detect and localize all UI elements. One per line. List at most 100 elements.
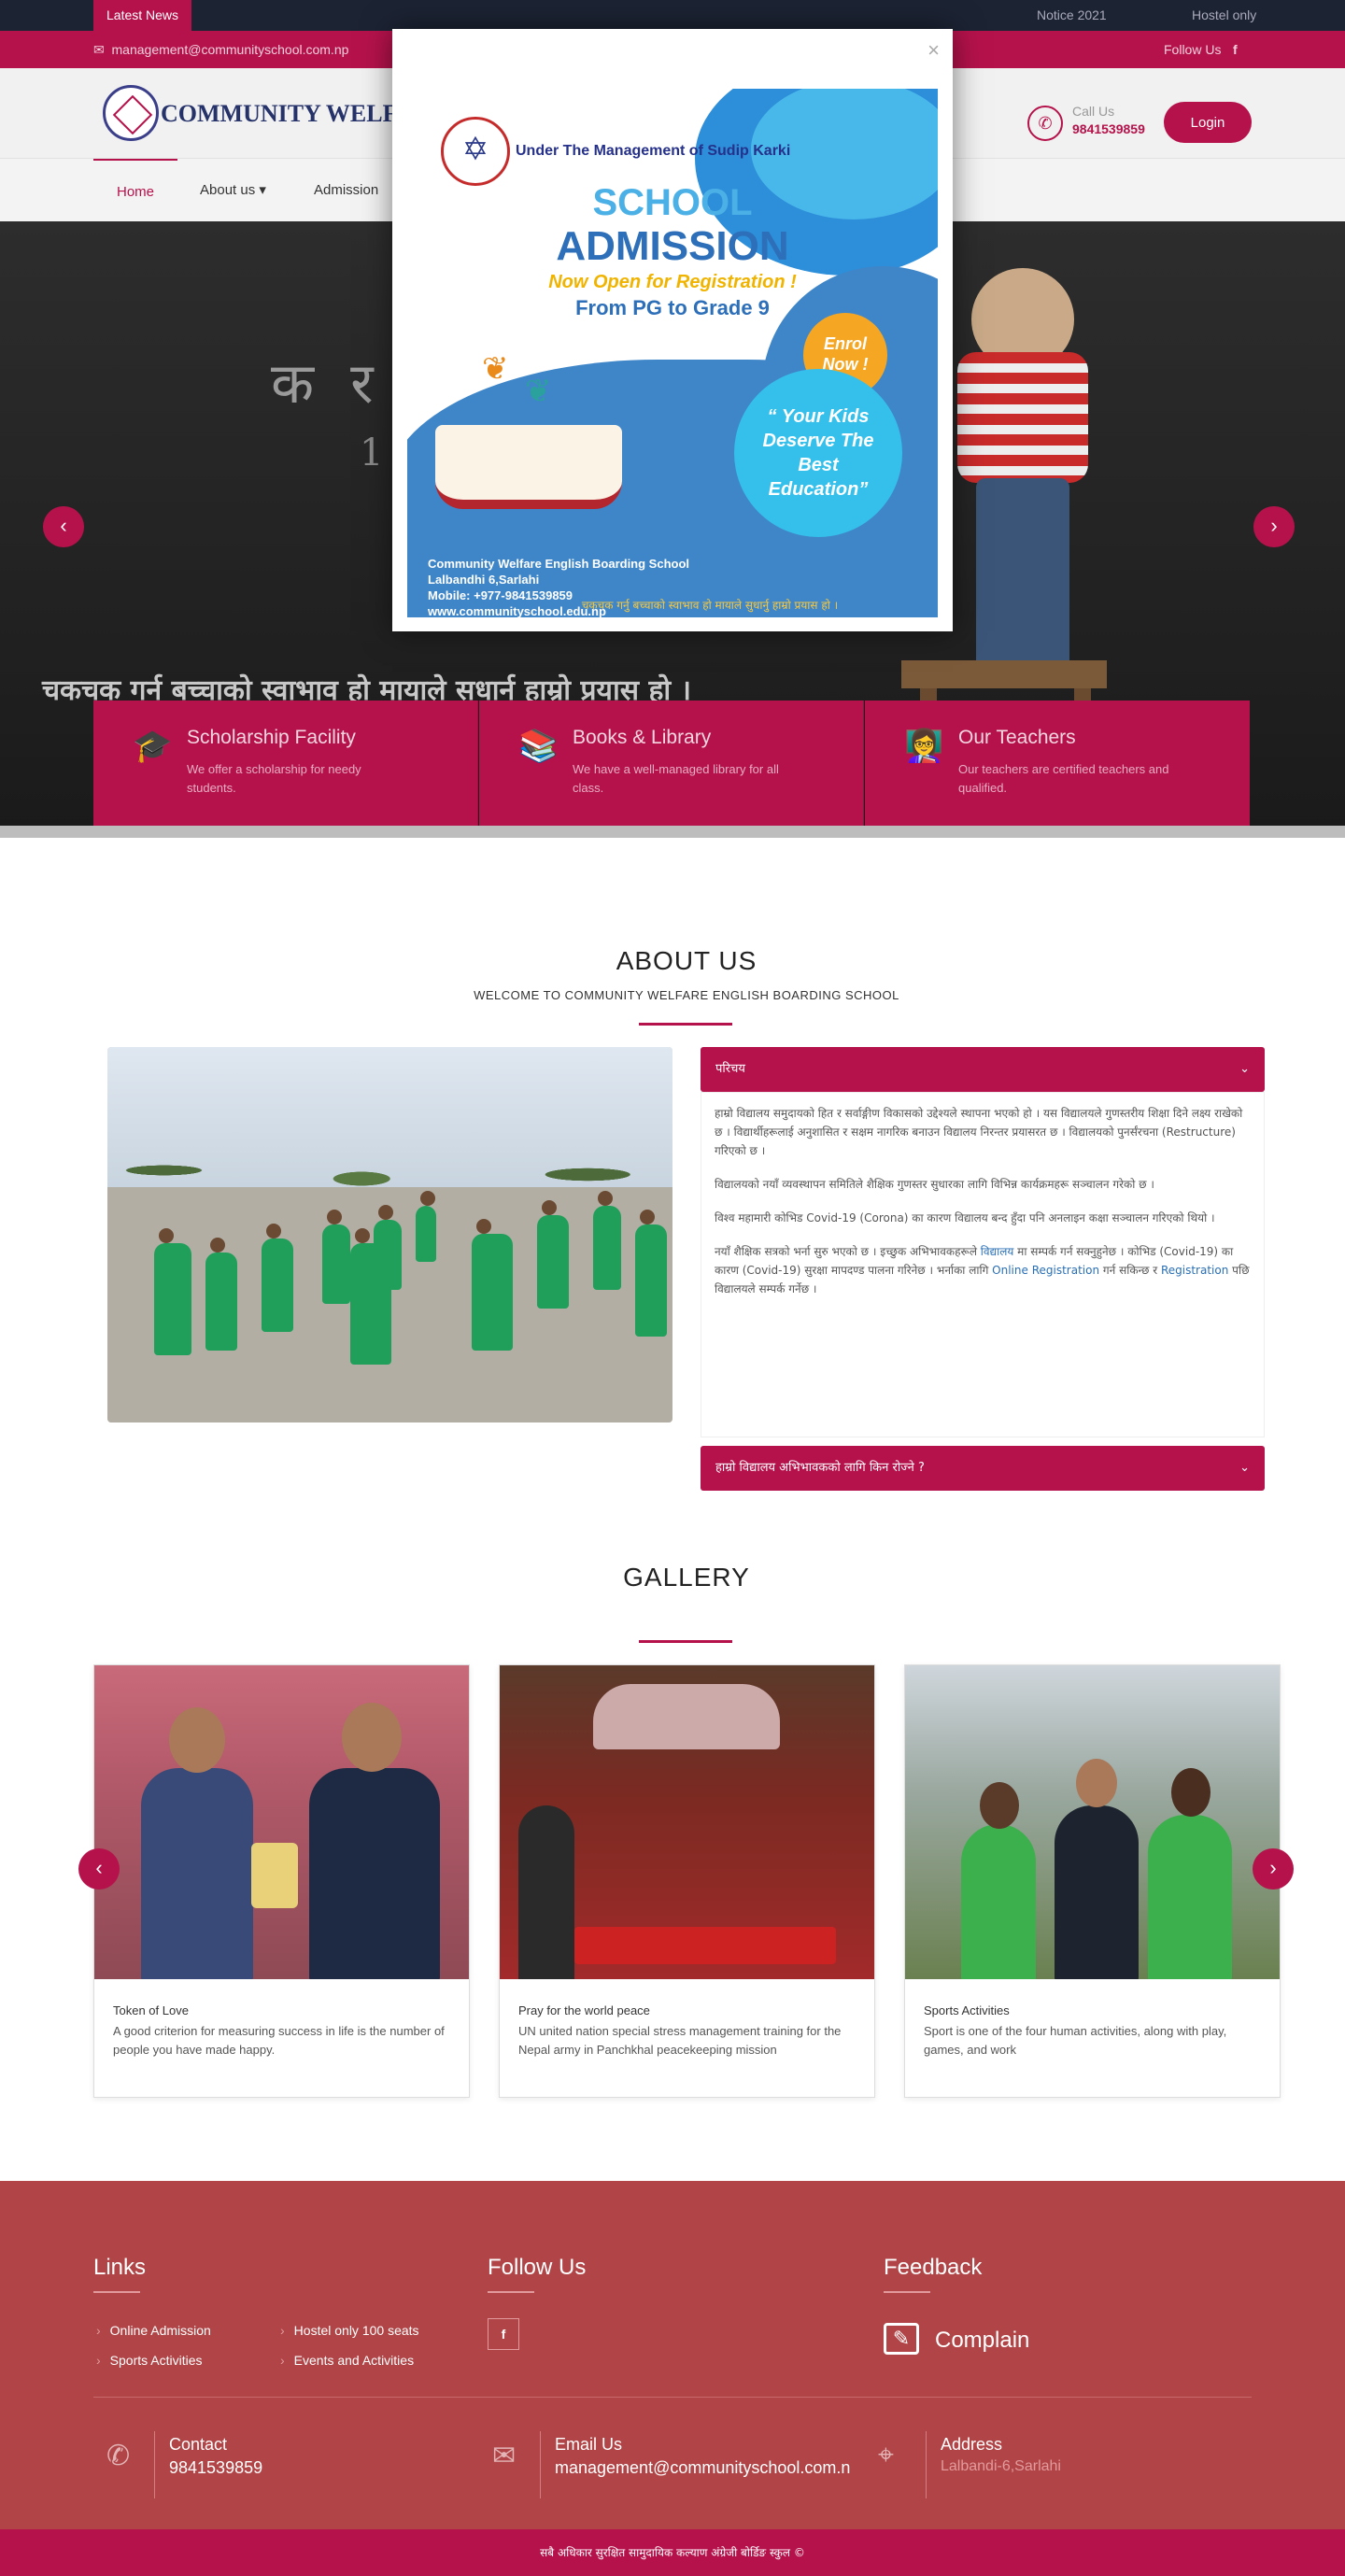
- news-item-hostel[interactable]: Hostel only: [1192, 0, 1256, 31]
- student-figure: [635, 1210, 667, 1337]
- edit-icon[interactable]: ✎: [884, 2323, 919, 2355]
- email-label: Email Us: [555, 2435, 623, 2454]
- call-number[interactable]: 9841539859: [1072, 121, 1145, 136]
- feature-library[interactable]: 📚 Books & Library We have a well-managed…: [479, 701, 864, 826]
- feature-title: Books & Library: [573, 727, 712, 748]
- student-figure: [416, 1191, 436, 1262]
- about-photo: [107, 1047, 672, 1422]
- title-underline: [639, 1640, 732, 1643]
- top-email[interactable]: ✉ management@communityschool.com.np: [93, 31, 348, 68]
- person-figure: [518, 1805, 574, 1979]
- chalk-number: 1: [360, 432, 384, 474]
- nav-about-us[interactable]: About us ▾: [200, 159, 266, 222]
- footer-link-sports[interactable]: Sports Activities: [96, 2353, 203, 2368]
- school-link[interactable]: विद्यालय: [981, 1245, 1014, 1258]
- feature-boxes: 🎓 Scholarship Facility We offer a schola…: [93, 701, 1250, 826]
- address-label: Address: [941, 2435, 1003, 2454]
- person-head: [980, 1782, 1019, 1829]
- poster-tagline: चकचक गर्नु बच्चाको स्वाभाव हो मायाले सुध…: [581, 599, 839, 612]
- latest-news-tag: Latest News: [93, 0, 192, 31]
- gallery-image: [905, 1665, 1280, 1979]
- envelope-icon: ✉: [93, 42, 105, 57]
- gallery-card-desc: UN united nation special stress manageme…: [518, 2024, 842, 2057]
- butterfly-icon: ❦: [482, 351, 509, 387]
- call-label: Call Us: [1072, 104, 1115, 119]
- child-jeans: [976, 478, 1069, 679]
- gallery-card-title: Token of Love: [113, 2003, 189, 2017]
- facebook-icon[interactable]: f: [488, 2318, 519, 2350]
- person-figure: [961, 1824, 1036, 1979]
- gallery-prev-button[interactable]: ‹: [78, 1848, 120, 1890]
- poster-school: SCHOOL: [592, 182, 753, 223]
- footer-title-line: [884, 2291, 930, 2293]
- trophy-icon: [251, 1843, 298, 1908]
- contact-divider: [926, 2431, 927, 2498]
- feature-scholarship[interactable]: 🎓 Scholarship Facility We offer a schola…: [93, 701, 478, 826]
- poster-info-address: Lalbandhi 6,Sarlahi: [428, 573, 540, 587]
- person-head: [1171, 1768, 1210, 1817]
- intro-paragraph: नयाँ शैक्षिक सत्रको भर्ना सुरु भएको छ । …: [715, 1242, 1251, 1298]
- books-icon: 📚: [518, 729, 559, 764]
- admission-popup: × Under The Management of Sudip Karki SC…: [392, 29, 953, 631]
- student-figure: [205, 1238, 237, 1351]
- gallery-card[interactable]: Token of Love A good criterion for measu…: [93, 1664, 470, 2098]
- person-head: [169, 1707, 225, 1773]
- stage-chairs: [574, 1927, 836, 1964]
- nav-admission[interactable]: Admission: [314, 159, 378, 222]
- poster-open: Now Open for Registration !: [548, 272, 797, 292]
- accordion-intro-header[interactable]: परिचय ⌄: [701, 1047, 1265, 1092]
- online-registration-link[interactable]: Online Registration: [992, 1264, 1099, 1277]
- about-title: ABOUT US: [616, 946, 757, 975]
- footer-feedback-title: Feedback: [884, 2255, 983, 2280]
- teacher-icon: 👩‍🏫: [904, 729, 944, 764]
- graduation-cap-icon: 🎓: [133, 729, 173, 764]
- footer-link-online-admission[interactable]: Online Admission: [96, 2323, 211, 2338]
- accordion-why-header[interactable]: हाम्रो विद्यालय अभिभावकको लागि किन रोज्न…: [701, 1446, 1265, 1491]
- gallery-image: [500, 1665, 874, 1979]
- footer-link-events[interactable]: Events and Activities: [280, 2353, 414, 2368]
- envelope-icon: ✉: [492, 2441, 517, 2471]
- hero-next-button[interactable]: ›: [1253, 506, 1295, 547]
- news-bar: Latest News Notice 2021 Hostel only: [0, 0, 1345, 31]
- gallery-next-button[interactable]: ›: [1253, 1848, 1294, 1890]
- phone-icon: ✆: [1027, 106, 1063, 141]
- accordion-intro-body: हाम्रो विद्यालय समुदायको हित र सर्वाङ्गी…: [701, 1092, 1265, 1437]
- poster-admission: ADMISSION: [556, 223, 789, 269]
- feature-title: Scholarship Facility: [187, 727, 356, 748]
- intro-text: गर्न सकिन्छ र: [1102, 1264, 1158, 1277]
- admission-poster[interactable]: Under The Management of Sudip Karki SCHO…: [407, 89, 938, 617]
- person-figure: [1055, 1805, 1139, 1979]
- poster-management: Under The Management of Sudip Karki: [516, 143, 791, 159]
- butterfly-icon: ❦: [525, 374, 552, 409]
- footer-divider: [93, 2397, 1252, 2398]
- student-figure: [593, 1191, 621, 1290]
- feature-teachers[interactable]: 👩‍🏫 Our Teachers Our teachers are certif…: [865, 701, 1250, 826]
- follow-us-label: Follow Us: [1164, 42, 1222, 57]
- child-shirt: [957, 352, 1088, 483]
- chevron-down-icon: ⌄: [1239, 1062, 1250, 1076]
- footer-follow-title: Follow Us: [488, 2255, 587, 2280]
- footer-link-hostel[interactable]: Hostel only 100 seats: [280, 2323, 419, 2338]
- accordion-title: परिचय: [715, 1062, 745, 1076]
- feature-title: Our Teachers: [958, 727, 1076, 748]
- gallery-card[interactable]: Sports Activities Sport is one of the fo…: [904, 1664, 1281, 2098]
- poster-logo-icon: [441, 117, 510, 186]
- photo-trees: [107, 1103, 672, 1187]
- contact-divider: [154, 2431, 155, 2498]
- stage-backdrop: [593, 1684, 780, 1749]
- hero-prev-button[interactable]: ‹: [43, 506, 84, 547]
- school-logo-icon[interactable]: [103, 85, 159, 141]
- gallery-card[interactable]: Pray for the world peace UN united natio…: [499, 1664, 875, 2098]
- person-head: [342, 1703, 402, 1772]
- news-item-notice[interactable]: Notice 2021: [1037, 0, 1107, 31]
- contact-value[interactable]: 9841539859: [169, 2458, 262, 2478]
- email-value[interactable]: management@communityschool.com.n: [555, 2458, 850, 2478]
- hero-bottom-border: [0, 826, 1345, 838]
- login-button[interactable]: Login: [1164, 102, 1252, 143]
- nav-home[interactable]: Home: [93, 159, 177, 222]
- close-icon[interactable]: ×: [927, 38, 940, 63]
- registration-link[interactable]: Registration: [1161, 1264, 1228, 1277]
- copyright-bar: सबै अधिकार सुरक्षित सामुदायिक कल्याण अंग…: [0, 2529, 1345, 2576]
- facebook-icon[interactable]: f: [1233, 31, 1238, 68]
- complain-link[interactable]: Complain: [935, 2328, 1029, 2354]
